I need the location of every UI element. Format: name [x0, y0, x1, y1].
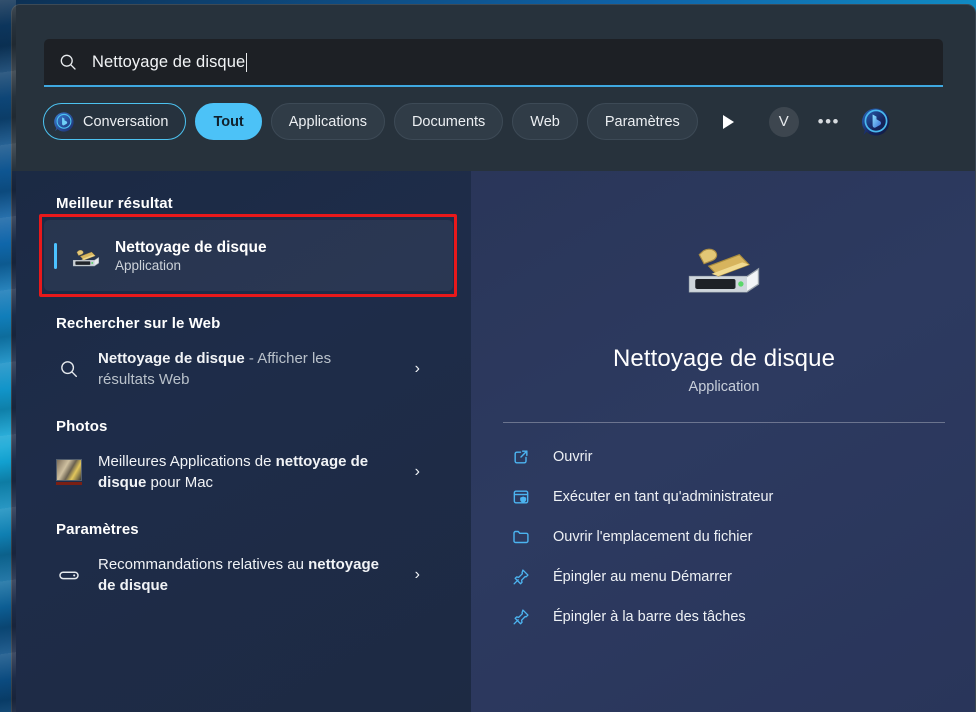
pill-tab-web[interactable]: Web: [512, 103, 578, 140]
settings-result-text: Recommandations relatives au nettoyage d…: [98, 554, 388, 596]
selection-indicator-bar: [54, 242, 57, 269]
group-title-photos: Photos: [56, 418, 108, 435]
action-pin-to-taskbar[interactable]: Épingler à la barre des tâches: [511, 597, 975, 637]
pill-tab-documents-label: Documents: [411, 113, 486, 130]
overflow-menu-button[interactable]: •••: [813, 106, 845, 138]
run-as-admin-icon: [513, 490, 529, 504]
web-query-text: Nettoyage de disque: [98, 350, 245, 367]
settings-result-row[interactable]: Recommandations relatives au nettoyage d…: [44, 544, 453, 606]
pin-icon: [513, 609, 529, 625]
user-avatar[interactable]: V: [768, 106, 800, 138]
preview-header: Nettoyage de disque Application: [471, 171, 975, 395]
preview-app-subtitle: Application: [688, 379, 760, 395]
best-match-result-row[interactable]: Nettoyage de disque Application: [44, 220, 453, 291]
action-open-label: Ouvrir: [553, 449, 593, 465]
search-results-area: Meilleur résultat Nettoyage de disque Ap…: [12, 171, 975, 712]
pill-conversation-label: Conversation: [83, 113, 169, 130]
settings-prefix-text: Recommandations relatives au: [98, 556, 309, 573]
pill-tab-web-label: Web: [530, 113, 560, 130]
open-external-icon: [514, 450, 528, 464]
desktop-wallpaper: Nettoyage de disque Conversation Tout Ap…: [0, 0, 976, 712]
bing-chat-button[interactable]: [860, 106, 892, 138]
pin-icon: [513, 569, 529, 585]
folder-icon: [513, 530, 529, 544]
text-caret: [246, 52, 248, 72]
photos-result-text: Meilleures Applications de nettoyage de …: [98, 451, 388, 493]
group-title-web: Rechercher sur le Web: [56, 315, 221, 332]
search-query-value: Nettoyage de disque: [92, 52, 246, 71]
pill-conversation[interactable]: Conversation: [43, 103, 187, 140]
action-run-as-administrator-label: Exécuter en tant qu'administrateur: [553, 489, 774, 505]
disk-cleanup-icon: [688, 248, 760, 293]
preview-actions-list: Ouvrir Exécuter en tant qu'administrateu…: [471, 423, 975, 637]
group-title-settings: Paramètres: [56, 521, 139, 538]
play-triangle-icon: [723, 114, 735, 129]
photos-suffix-text: pour Mac: [146, 474, 214, 491]
action-open[interactable]: Ouvrir: [511, 437, 975, 477]
search-text-row: Nettoyage de disque: [92, 52, 248, 72]
photos-prefix-text: Meilleures Applications de: [98, 453, 276, 470]
chevron-right-icon: ›: [414, 566, 420, 583]
search-bar-container: Nettoyage de disque: [12, 5, 975, 87]
pill-tab-applications-label: Applications: [288, 113, 367, 130]
ellipsis-icon: •••: [817, 112, 840, 131]
photos-result-row[interactable]: Meilleures Applications de nettoyage de …: [44, 441, 453, 503]
pill-tab-tout[interactable]: Tout: [195, 103, 262, 140]
web-search-result-text: Nettoyage de disque - Afficher les résul…: [98, 348, 388, 390]
action-open-file-location[interactable]: Ouvrir l'emplacement du fichier: [511, 517, 975, 557]
best-match-subtitle: Application: [115, 257, 182, 273]
pill-tab-parametres[interactable]: Paramètres: [586, 103, 698, 140]
results-list-pane: Meilleur résultat Nettoyage de disque Ap…: [12, 171, 471, 712]
action-pin-to-taskbar-label: Épingler à la barre des tâches: [553, 609, 746, 625]
photo-thumbnail-icon: [56, 459, 82, 485]
action-run-as-administrator[interactable]: Exécuter en tant qu'administrateur: [511, 477, 975, 517]
disk-cleanup-icon: [72, 249, 100, 266]
group-title-best-match: Meilleur résultat: [56, 195, 173, 212]
pill-tab-tout-label: Tout: [213, 113, 244, 130]
best-match-wrapper: Nettoyage de disque Application: [39, 214, 457, 297]
best-match-title: Nettoyage de disque: [115, 238, 267, 256]
pill-tab-parametres-label: Paramètres: [604, 113, 680, 130]
action-pin-to-start-label: Épingler au menu Démarrer: [553, 569, 732, 585]
bing-chat-icon: [861, 107, 890, 135]
bing-chat-icon: [54, 111, 74, 132]
chevron-right-icon: ›: [414, 360, 420, 377]
app-preview-pane: Nettoyage de disque Application Ouvrir E…: [471, 171, 975, 712]
windows-search-flyout: Nettoyage de disque Conversation Tout Ap…: [11, 4, 976, 712]
action-open-file-location-label: Ouvrir l'emplacement du fichier: [553, 529, 753, 545]
more-filters-button[interactable]: [713, 106, 745, 138]
hard-drive-icon: [56, 562, 82, 588]
filter-pill-bar: Conversation Tout Applications Documents…: [12, 87, 975, 140]
best-match-texts: Nettoyage de disque Application: [115, 239, 267, 273]
chevron-right-icon: ›: [414, 463, 420, 480]
pill-tab-applications[interactable]: Applications: [270, 103, 385, 140]
search-icon: [56, 356, 82, 382]
action-pin-to-start[interactable]: Épingler au menu Démarrer: [511, 557, 975, 597]
web-search-result-row[interactable]: Nettoyage de disque - Afficher les résul…: [44, 338, 453, 400]
search-icon: [60, 54, 76, 70]
pill-tab-documents[interactable]: Documents: [393, 103, 504, 140]
preview-app-title: Nettoyage de disque: [612, 345, 836, 372]
search-input[interactable]: Nettoyage de disque: [44, 39, 943, 87]
avatar-initial: V: [768, 106, 799, 137]
